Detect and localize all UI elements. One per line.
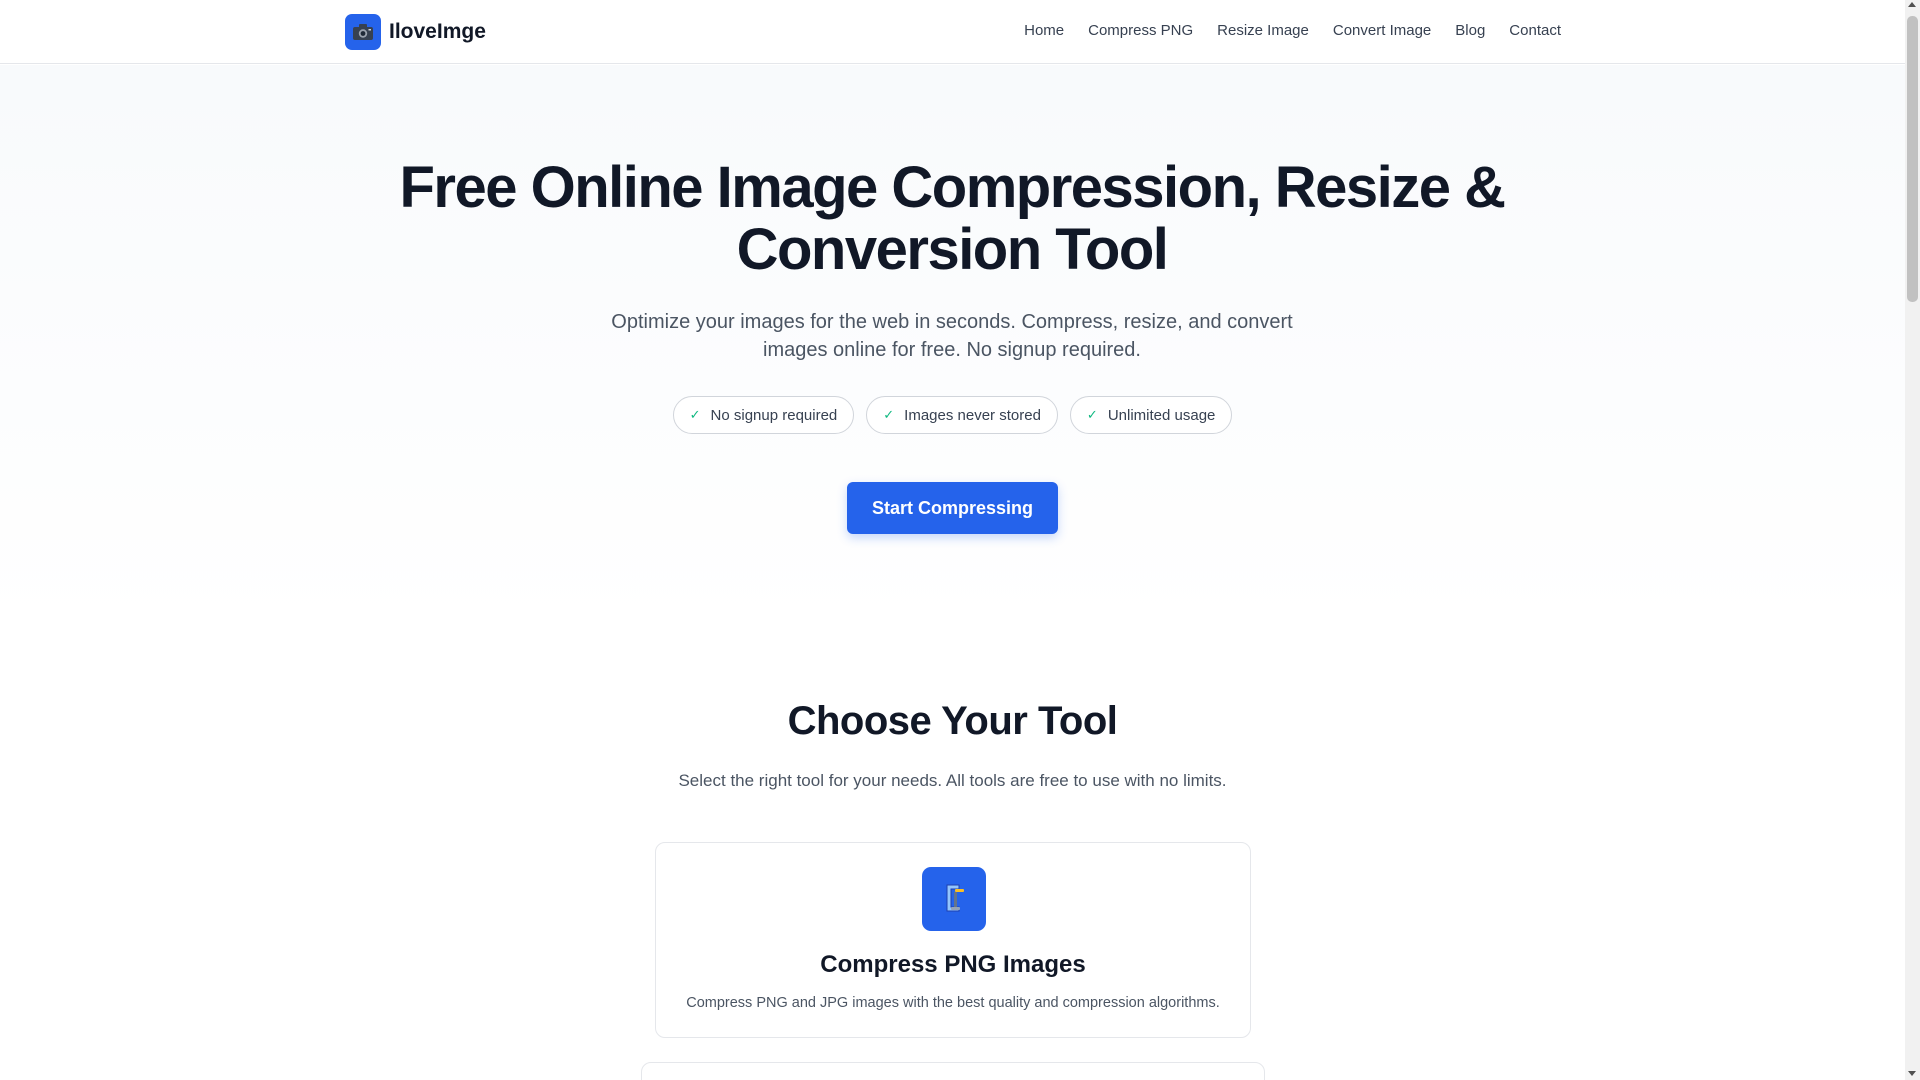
hero-title-line-2: Conversion Tool: [736, 217, 1169, 282]
tool-card-description: Compress PNG and JPG images with the bes…: [686, 995, 1220, 1011]
brand-name: IloveImge: [389, 20, 486, 43]
site-header: IloveImge Home Compress PNG Resize Image…: [0, 0, 1905, 64]
nav-blog[interactable]: Blog: [1455, 22, 1485, 39]
tool-card-next[interactable]: [641, 1062, 1265, 1080]
page: IloveImge Home Compress PNG Resize Image…: [0, 0, 1905, 1080]
start-compressing-button[interactable]: Start Compressing: [847, 482, 1058, 534]
badge-never-stored: ✓ Images never stored: [866, 396, 1058, 434]
tools-section-title: Choose Your Tool: [787, 699, 1118, 743]
nav-contact[interactable]: Contact: [1509, 22, 1561, 39]
scroll-up-arrow-icon[interactable]: [1908, 2, 1916, 7]
tool-card-compress-png[interactable]: Compress PNG Images Compress PNG and JPG…: [655, 842, 1251, 1038]
nav-compress-png[interactable]: Compress PNG: [1088, 22, 1193, 39]
site-logo[interactable]: IloveImge: [345, 14, 486, 50]
page-scrollbar[interactable]: [1905, 0, 1920, 1080]
tool-card-title: Compress PNG Images: [820, 951, 1086, 978]
scrollbar-thumb[interactable]: [1907, 16, 1918, 302]
badge-unlimited: ✓ Unlimited usage: [1069, 396, 1233, 434]
check-icon: ✓: [883, 407, 895, 422]
badge-label: Images never stored: [904, 406, 1041, 424]
nav-home[interactable]: Home: [1024, 22, 1064, 39]
nav-convert-image[interactable]: Convert Image: [1333, 22, 1431, 39]
scroll-down-arrow-icon[interactable]: [1908, 1071, 1916, 1076]
hero-title: Free Online Image Compression, Resize & …: [352, 157, 1552, 281]
hero-title-line-1: Free Online Image Compression, Resize &: [399, 155, 1506, 220]
clamp-icon: [922, 867, 986, 931]
hero-subtitle-line-1: Optimize your images for the web in seco…: [611, 311, 1293, 333]
feature-badges: ✓ No signup required ✓ Images never stor…: [0, 396, 1905, 434]
check-icon: ✓: [689, 407, 701, 422]
camera-icon: [345, 14, 381, 50]
hero-section: Free Online Image Compression, Resize & …: [0, 65, 1905, 625]
nav-resize-image[interactable]: Resize Image: [1217, 22, 1309, 39]
hero-subtitle-line-2: images online for free. No signup requir…: [763, 339, 1141, 361]
tools-section-subtitle: Select the right tool for your needs. Al…: [678, 771, 1227, 790]
badge-label: No signup required: [710, 406, 838, 424]
check-icon: ✓: [1086, 407, 1098, 422]
main-nav: Home Compress PNG Resize Image Convert I…: [1024, 22, 1561, 39]
badge-label: Unlimited usage: [1107, 406, 1216, 424]
hero-subtitle: Optimize your images for the web in seco…: [582, 308, 1322, 364]
badge-no-signup: ✓ No signup required: [672, 396, 855, 434]
